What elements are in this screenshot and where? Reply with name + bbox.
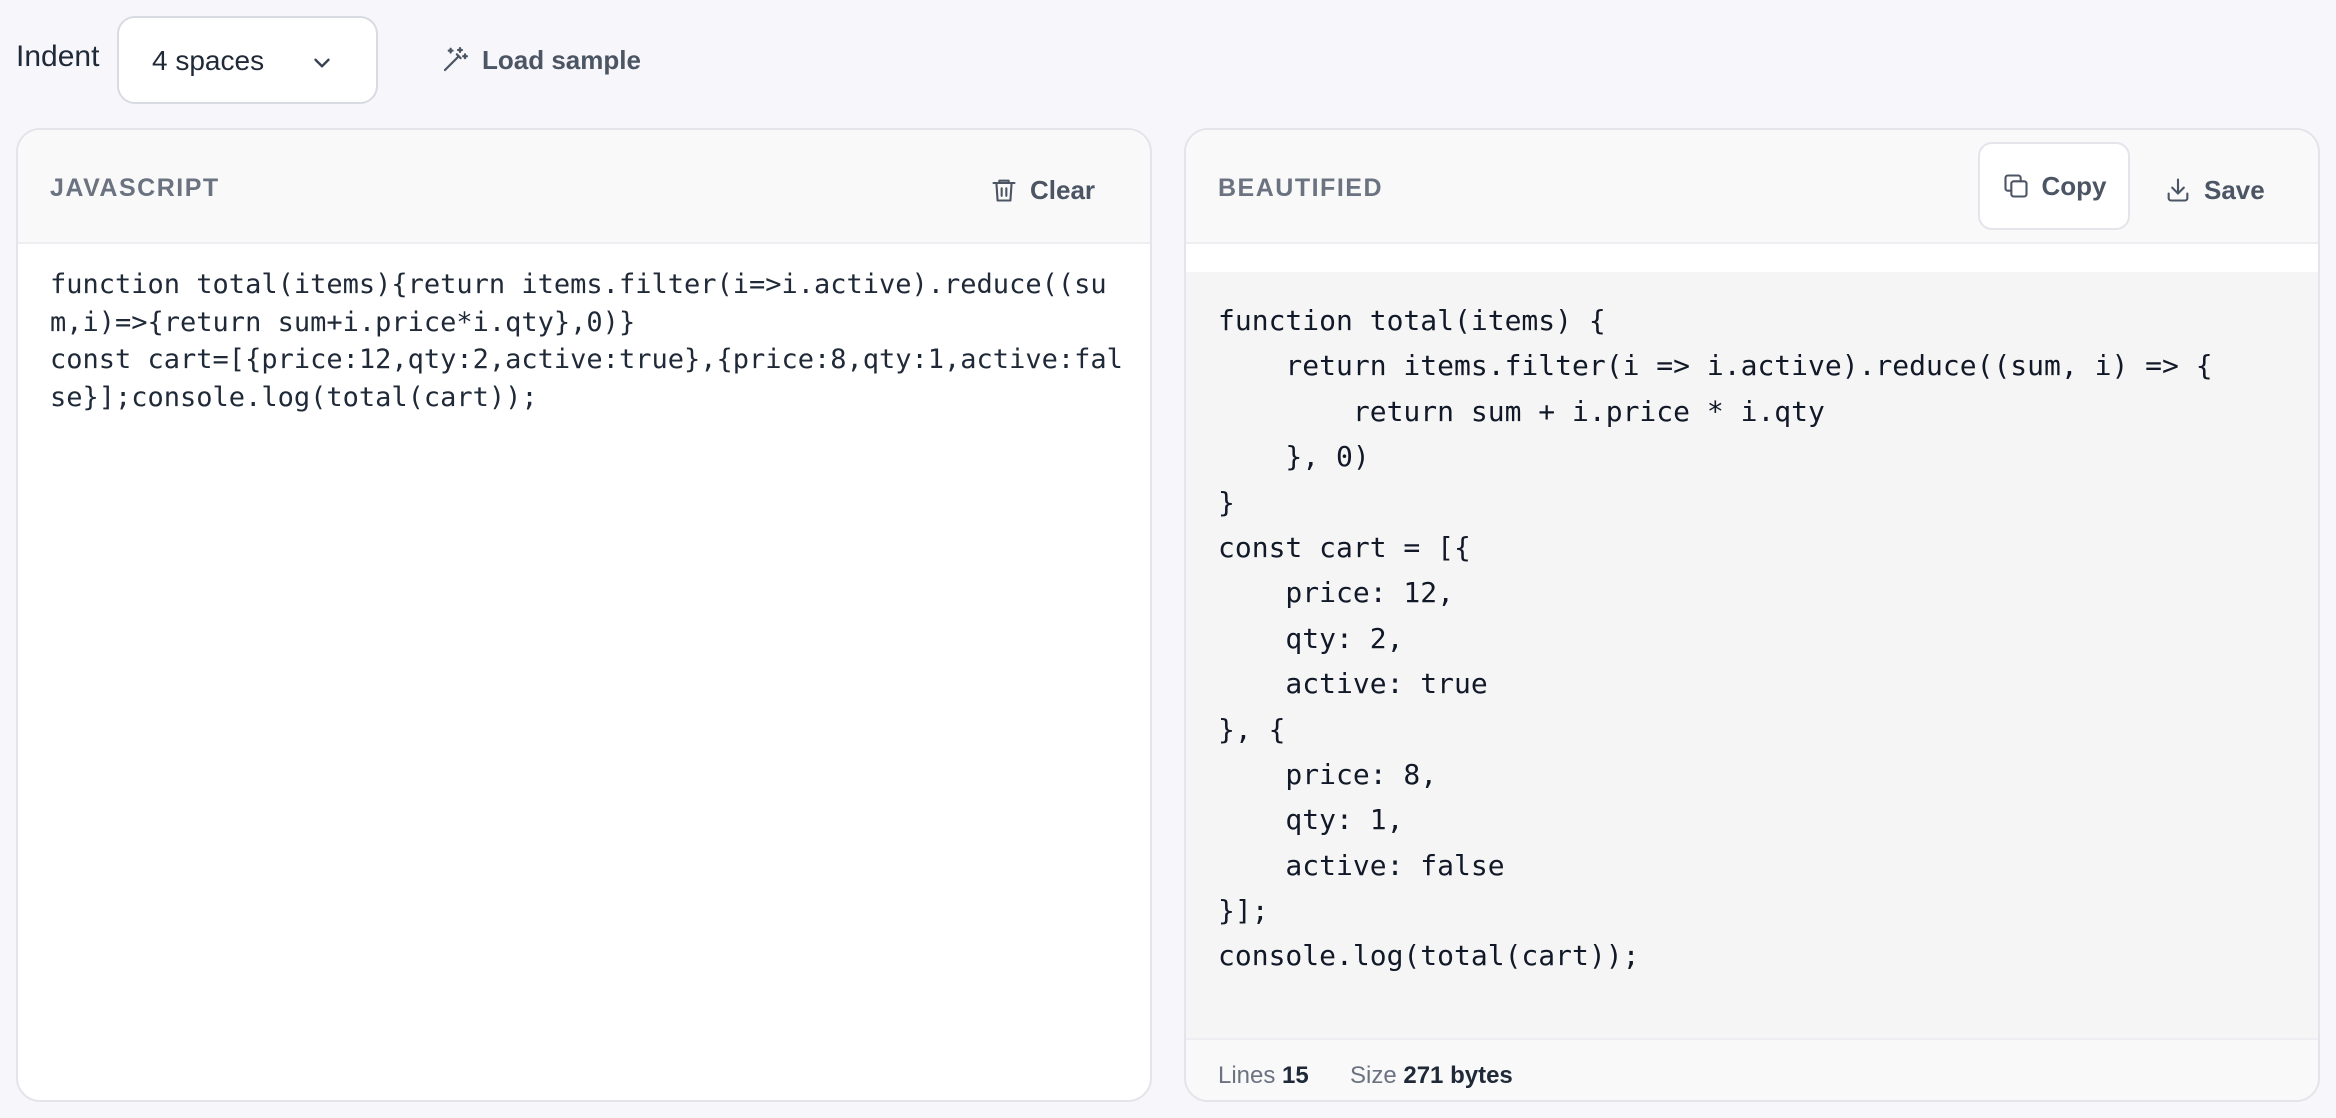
size-stat-value: 271 bytes — [1403, 1062, 1513, 1089]
toolbar: Indent 4 spaces Load sample — [0, 0, 2336, 120]
output-panel-header: BEAUTIFIED Copy Save — [1186, 130, 2318, 244]
code-line: }, { — [1218, 712, 1286, 746]
beautified-code: function total(items) { return items.fil… — [1218, 298, 2213, 979]
indent-select-value: 4 spaces — [152, 45, 265, 76]
code-line: qty: 2, — [1218, 621, 1404, 655]
copy-button[interactable]: Copy — [1978, 142, 2130, 230]
code-line: }, 0) — [1218, 440, 1370, 474]
code-line: const cart = [{ — [1218, 530, 1471, 564]
output-panel-title: BEAUTIFIED — [1218, 174, 1383, 202]
clear-label: Clear — [1030, 174, 1096, 205]
input-panel-header: JAVASCRIPT Clear — [18, 130, 1150, 244]
beautified-output[interactable]: function total(items) { return items.fil… — [1186, 272, 2318, 1056]
indent-select[interactable]: 4 spaces — [117, 16, 378, 104]
indent-label: Indent — [16, 40, 100, 73]
lines-stat-label: Lines — [1218, 1062, 1276, 1089]
status-bar: Lines 15 Size 271 bytes — [1186, 1038, 2318, 1100]
code-line: return sum + i.price * i.qty — [1218, 394, 1825, 428]
copy-label: Copy — [2041, 170, 2107, 201]
load-sample-button[interactable]: Load sample — [440, 38, 641, 82]
output-panel: BEAUTIFIED Copy Save function total(item… — [1184, 128, 2320, 1102]
code-line: active: true — [1218, 667, 1488, 701]
trash-icon — [992, 179, 1016, 202]
code-line: qty: 1, — [1218, 803, 1404, 837]
magic-wand-icon — [443, 47, 468, 72]
save-button[interactable]: Save — [2164, 170, 2265, 210]
lines-stat-value: 15 — [1282, 1062, 1309, 1089]
download-icon — [2167, 178, 2189, 202]
code-line: function total(items) { — [1218, 304, 1606, 337]
code-line: }]; — [1218, 894, 1269, 928]
input-panel-title: JAVASCRIPT — [50, 174, 220, 202]
javascript-input[interactable]: function total(items){return items.filte… — [50, 266, 1130, 1066]
code-line: price: 8, — [1218, 757, 1438, 791]
code-line: return items.filter(i => i.active).reduc… — [1218, 349, 2213, 383]
input-panel: JAVASCRIPT Clear function total(items){r… — [16, 128, 1152, 1102]
code-line: } — [1218, 485, 1235, 519]
load-sample-label: Load sample — [482, 44, 641, 75]
size-stat-label: Size — [1350, 1062, 1397, 1089]
size-stat: Size 271 bytes — [1350, 1062, 1513, 1090]
code-line: price: 12, — [1218, 576, 1455, 610]
code-line: active: false — [1218, 848, 1505, 882]
code-line: console.log(total(cart)); — [1218, 939, 1640, 973]
chevron-down-icon — [314, 58, 330, 68]
lines-stat: Lines 15 — [1218, 1062, 1309, 1090]
save-label: Save — [2204, 174, 2265, 205]
copy-icon — [2003, 174, 2028, 198]
clear-button[interactable]: Clear — [990, 170, 1095, 210]
